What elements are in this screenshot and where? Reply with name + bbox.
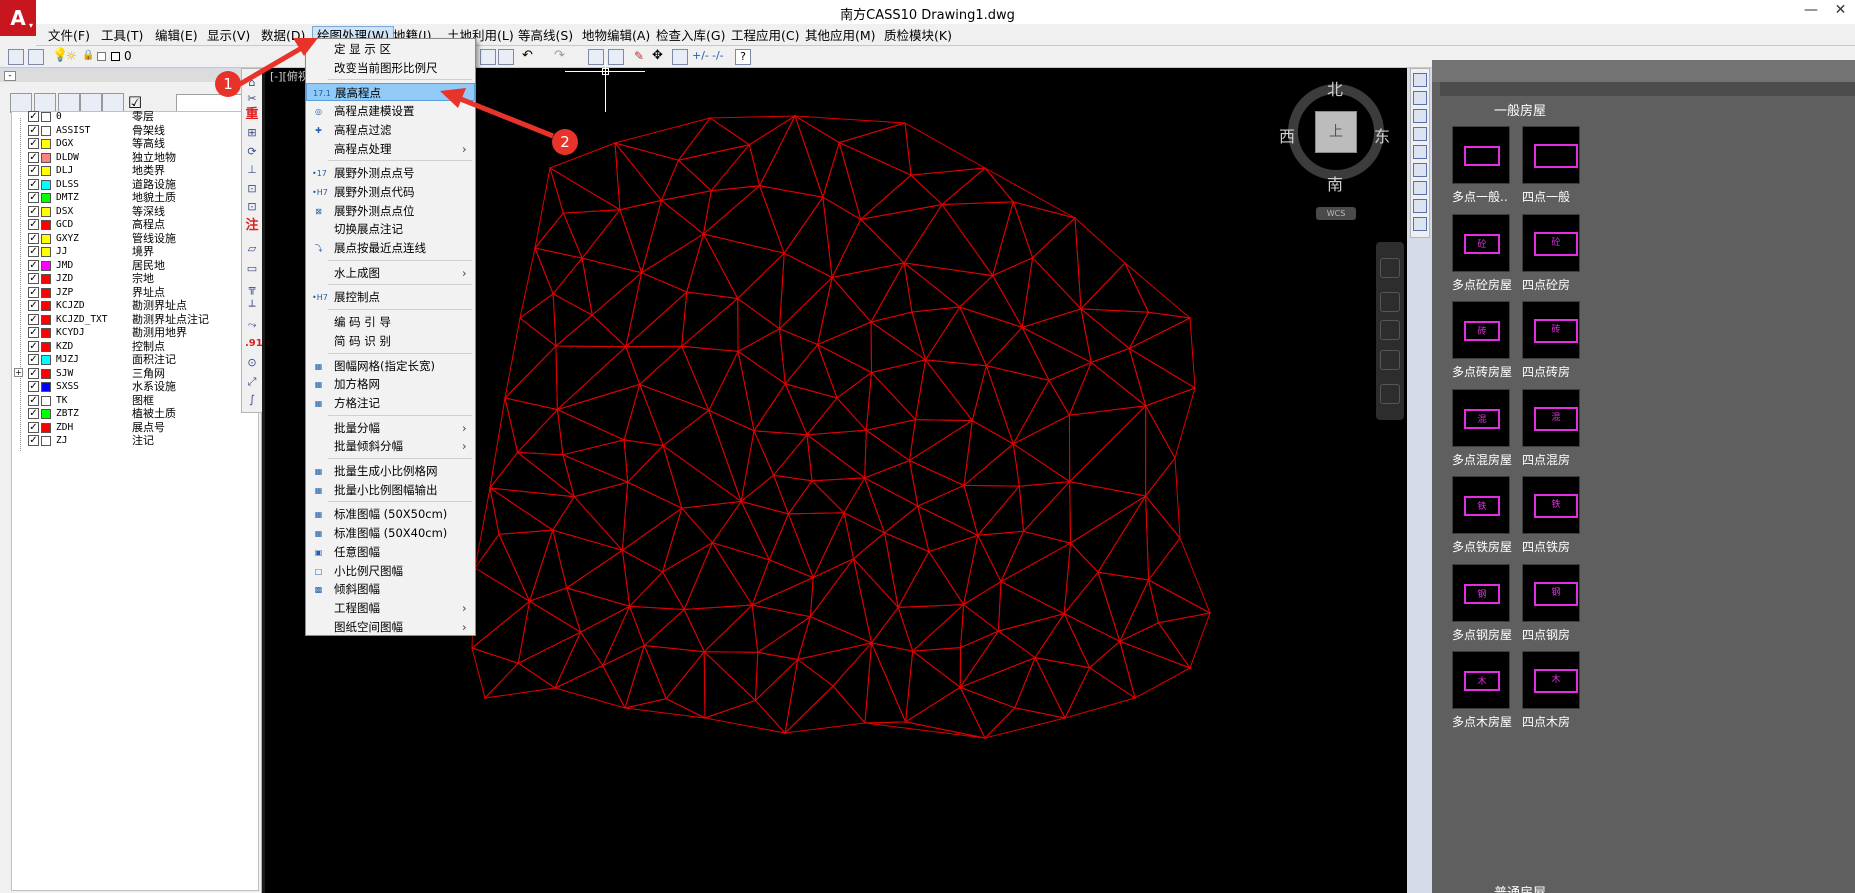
app-logo-glyph: A — [10, 6, 26, 30]
step-2-badge: 2 — [552, 129, 578, 155]
cass-window: 南方CASS10 Drawing1.dwg — ✕ A ▾ 文件(F) 工具(T) 编… — [0, 0, 1855, 893]
chevron-down-icon: ▾ — [28, 21, 33, 30]
annotation-arrows — [238, 38, 554, 139]
arrow-1-shaft — [238, 43, 307, 87]
step-1-badge: 1 — [215, 71, 241, 97]
app-logo-icon[interactable]: A ▾ — [0, 0, 36, 36]
arrow-2-shaft — [457, 95, 554, 139]
